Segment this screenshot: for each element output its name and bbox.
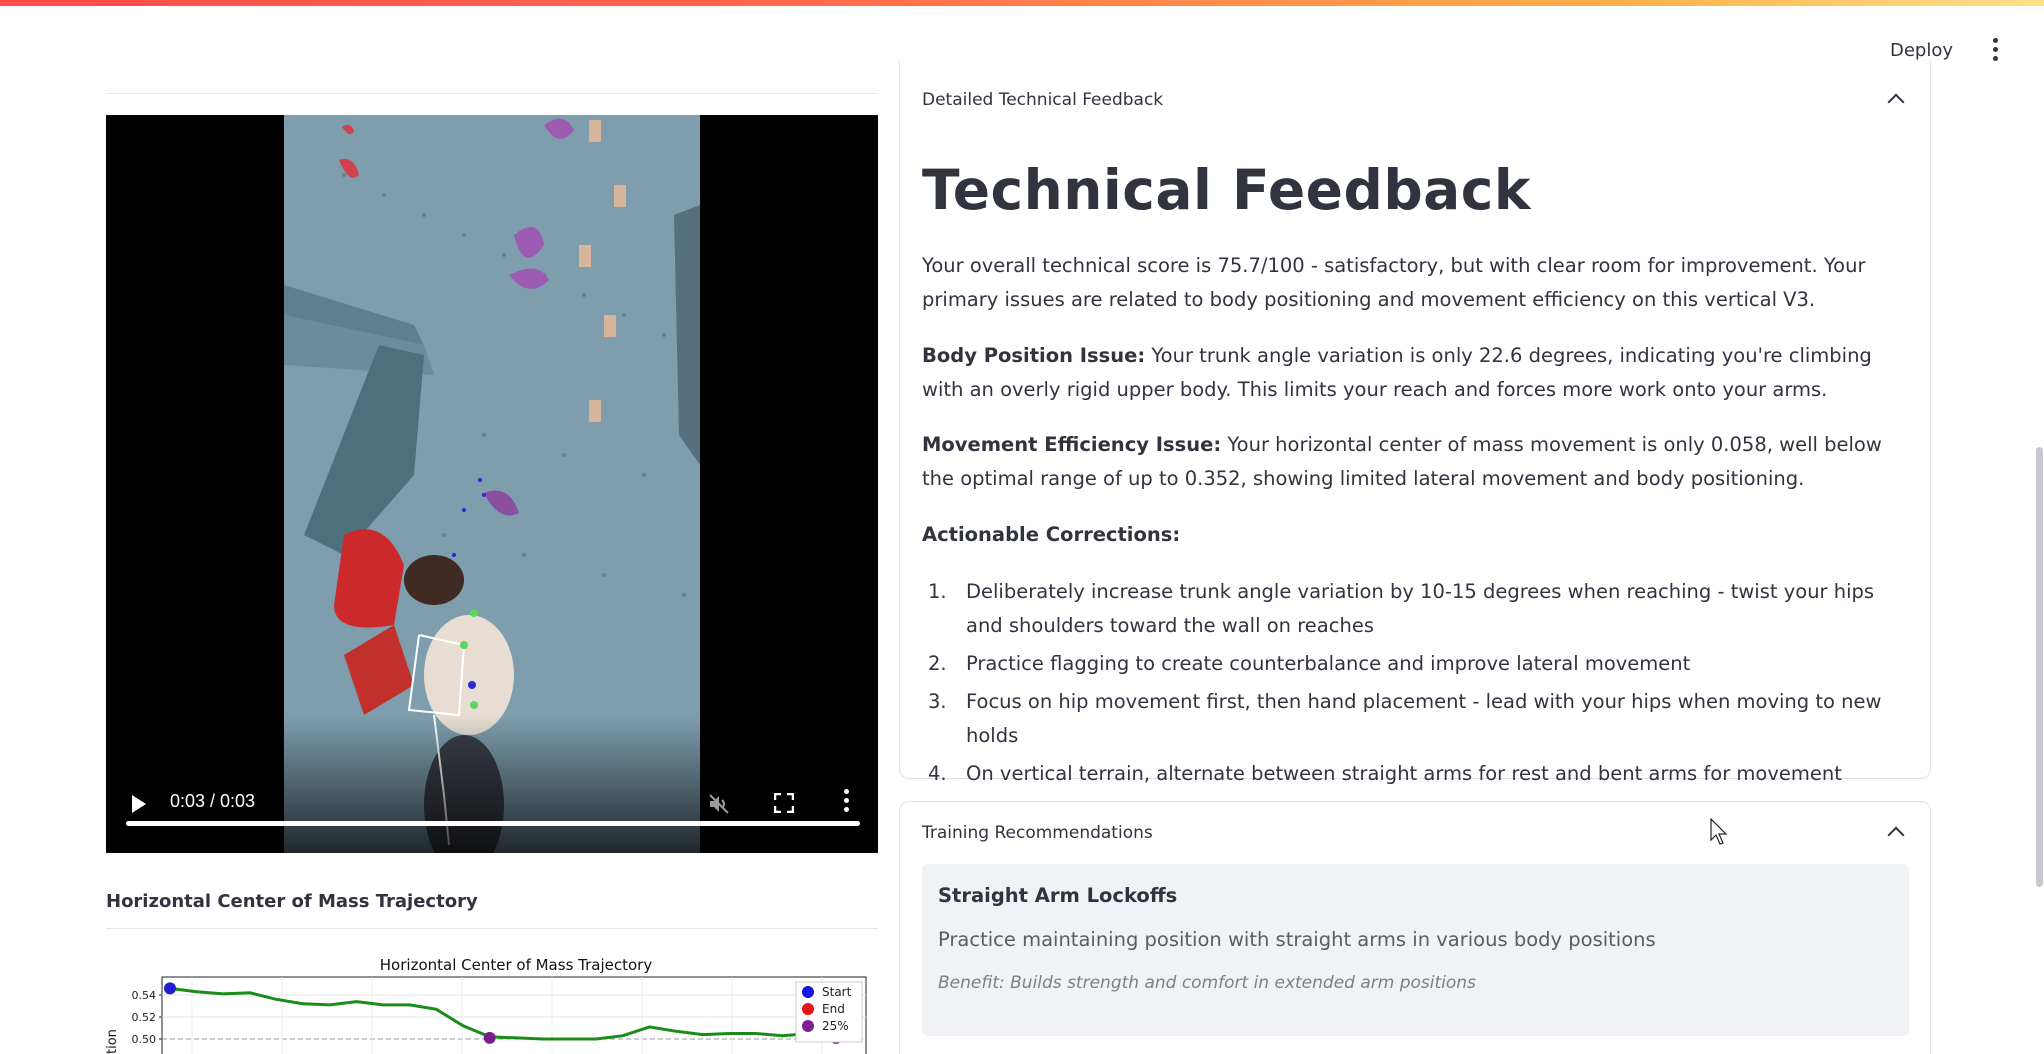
plot-area bbox=[161, 976, 867, 1054]
divider bbox=[106, 928, 878, 929]
legend-marker bbox=[802, 986, 814, 998]
recommendation-description: Practice maintaining position with strai… bbox=[938, 928, 1656, 951]
list-item: 1. Deliberately increase trunk angle vari… bbox=[922, 575, 1907, 643]
chart-marker-25 bbox=[483, 1031, 496, 1044]
video-progress-bar[interactable] bbox=[126, 821, 860, 826]
page-scrollbar[interactable] bbox=[2036, 447, 2043, 887]
video-controls: 0:03 / 0:03 bbox=[106, 775, 878, 853]
list-text: On vertical terrain, alternate between s… bbox=[966, 762, 1842, 785]
feedback-expander-label[interactable]: Detailed Technical Feedback bbox=[922, 90, 1163, 110]
y-tick-label: 0.52 bbox=[132, 1011, 157, 1024]
app-top-decoration bbox=[0, 0, 2044, 6]
chart-title: Horizontal Center of Mass Trajectory bbox=[380, 956, 653, 974]
recommendation-benefit: Benefit: Builds strength and comfort in … bbox=[938, 973, 1476, 993]
play-icon[interactable] bbox=[132, 795, 146, 813]
y-axis-label: tion bbox=[106, 1029, 120, 1054]
body-position-paragraph: Body Position Issue: Your trunk angle va… bbox=[922, 339, 1907, 407]
chart-heading: Horizontal Center of Mass Trajectory bbox=[106, 891, 478, 912]
list-text: Deliberately increase trunk angle variat… bbox=[966, 580, 1875, 637]
y-tick-label: 0.50 bbox=[132, 1033, 157, 1046]
movement-efficiency-label: Movement Efficiency Issue: bbox=[922, 433, 1222, 456]
list-item: 2. Practice flagging to create counterbal… bbox=[922, 647, 1907, 681]
list-text: Focus on hip movement first, then hand p… bbox=[966, 690, 1882, 747]
list-number: 2. bbox=[928, 652, 947, 675]
actions-list: 1. Deliberately increase trunk angle vari… bbox=[922, 575, 1907, 795]
video-more-icon[interactable] bbox=[842, 789, 850, 817]
legend-marker bbox=[802, 1020, 814, 1032]
list-number: 4. bbox=[928, 762, 947, 785]
main-menu-icon[interactable] bbox=[1989, 38, 2001, 64]
movement-efficiency-paragraph: Movement Efficiency Issue: Your horizont… bbox=[922, 428, 1907, 496]
list-text: Practice flagging to create counterbalan… bbox=[966, 652, 1691, 675]
legend-marker bbox=[802, 1003, 814, 1015]
recommendation-card: Straight Arm Lockoffs Practice maintaini… bbox=[922, 864, 1909, 1036]
training-expander-label[interactable]: Training Recommendations bbox=[922, 823, 1153, 843]
video-time: 0:03 / 0:03 bbox=[170, 791, 256, 811]
actions-heading: Actionable Corrections: bbox=[922, 523, 1181, 546]
recommendation-title: Straight Arm Lockoffs bbox=[938, 884, 1178, 907]
divider bbox=[106, 93, 878, 94]
chart-marker-start bbox=[164, 982, 176, 995]
legend-label: End bbox=[822, 1002, 845, 1016]
list-item: 3. Focus on hip movement first, then hand… bbox=[922, 685, 1907, 753]
com-trajectory-chart: Horizontal Center of Mass Trajectory tio… bbox=[106, 950, 878, 1054]
fullscreen-icon[interactable] bbox=[774, 793, 794, 813]
list-number: 1. bbox=[928, 580, 947, 603]
legend-label: 25% bbox=[822, 1019, 849, 1033]
feedback-title: Technical Feedback bbox=[922, 158, 1531, 222]
body-position-label: Body Position Issue: bbox=[922, 344, 1146, 367]
deploy-button[interactable]: Deploy bbox=[1890, 40, 1953, 61]
chart-svg: Horizontal Center of Mass Trajectory tio… bbox=[106, 956, 867, 1054]
y-tick-label: 0.54 bbox=[132, 989, 157, 1002]
list-number: 3. bbox=[928, 690, 947, 713]
video-player[interactable]: 0:03 / 0:03 bbox=[106, 115, 878, 853]
list-item: 4. On vertical terrain, alternate between… bbox=[922, 757, 1907, 791]
legend-label: Start bbox=[822, 985, 852, 999]
volume-muted-icon[interactable] bbox=[708, 793, 730, 815]
mouse-cursor-icon bbox=[1710, 818, 1728, 845]
feedback-intro: Your overall technical score is 75.7/100… bbox=[922, 254, 1866, 311]
